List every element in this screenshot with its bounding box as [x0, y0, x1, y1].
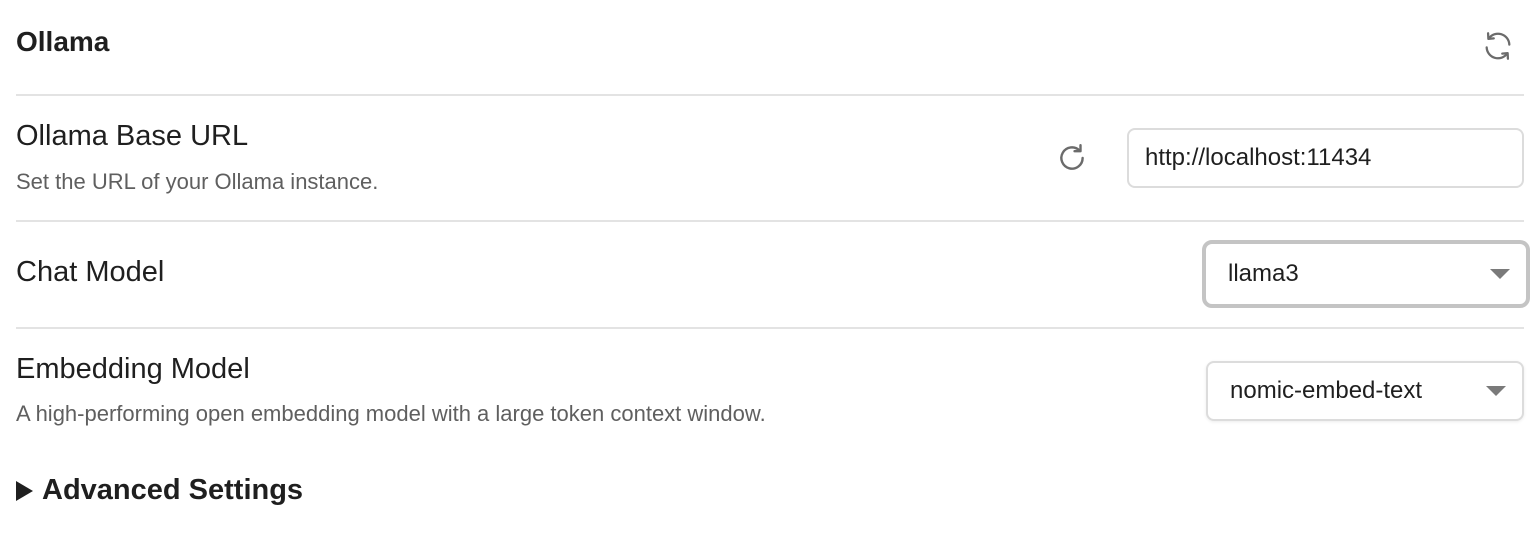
ollama-settings-panel: Ollama Ollama Base URL Set the URL of yo…	[0, 0, 1540, 534]
dropdown-caret-icon	[1490, 269, 1510, 279]
sync-button[interactable]	[1480, 28, 1516, 64]
dropdown-caret-icon	[1486, 386, 1506, 396]
embedding-model-description: A high-performing open embedding model w…	[16, 401, 766, 426]
base-url-input[interactable]	[1127, 128, 1524, 188]
base-url-label: Ollama Base URL	[16, 120, 249, 152]
embedding-model-select[interactable]: nomic-embed-text	[1206, 361, 1524, 421]
sync-arrows-icon	[1485, 32, 1511, 60]
reset-url-button[interactable]	[1054, 140, 1090, 176]
embedding-model-label: Embedding Model	[16, 353, 250, 385]
chat-model-selected-value: llama3	[1228, 260, 1299, 287]
disclosure-triangle-icon	[16, 480, 33, 501]
embedding-model-selected-value: nomic-embed-text	[1230, 377, 1423, 404]
base-url-description: Set the URL of your Ollama instance.	[16, 169, 379, 194]
refresh-icon	[1060, 144, 1084, 170]
advanced-settings-label: Advanced Settings	[42, 474, 304, 506]
chat-model-select[interactable]: llama3	[1202, 240, 1530, 308]
embedding-model-row: Embedding Model A high-performing open e…	[16, 329, 1524, 449]
section-title: Ollama	[16, 26, 110, 57]
advanced-settings-toggle[interactable]: Advanced Settings	[16, 474, 303, 507]
chat-model-row: Chat Model llama3	[16, 222, 1530, 329]
base-url-row: Ollama Base URL Set the URL of your Olla…	[16, 96, 1524, 222]
section-header: Ollama	[16, 0, 1524, 96]
chat-model-label: Chat Model	[16, 256, 165, 288]
